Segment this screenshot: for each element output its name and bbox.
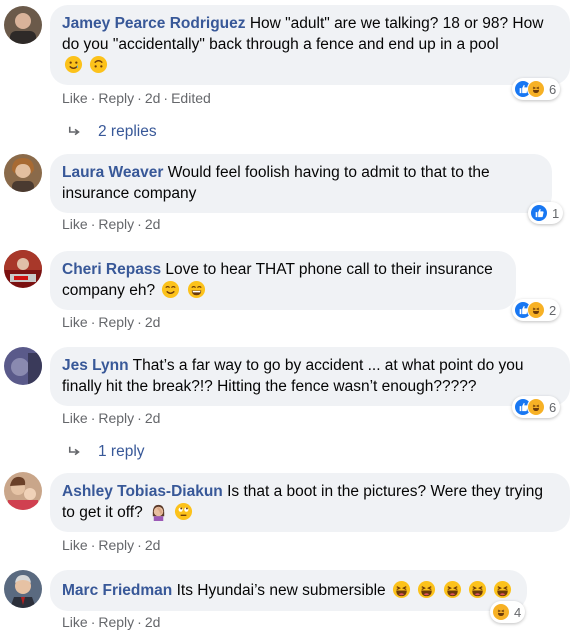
comment-actions: Like · Reply · 2d [62, 537, 161, 553]
reply-arrow-icon [68, 446, 80, 456]
avatar[interactable] [4, 347, 42, 385]
comment-bubble: Laura Weaver Would feel foolish having t… [50, 154, 552, 213]
comment-actions: Like · Reply · 2d [62, 410, 161, 426]
haha-reaction-icon [527, 301, 545, 319]
reaction-summary[interactable]: 2 [512, 299, 561, 321]
edited-label[interactable]: Edited [171, 90, 211, 106]
reaction-count: 6 [549, 81, 557, 97]
timestamp[interactable]: 2d [145, 614, 161, 630]
comment-bubble: Cheri Repass Love to hear THAT phone cal… [50, 251, 516, 310]
view-replies-link[interactable]: 1 reply [68, 443, 145, 461]
avatar[interactable] [4, 250, 42, 288]
view-replies-link[interactable]: 2 replies [68, 123, 157, 141]
eye-roll-face-icon [174, 502, 193, 521]
timestamp[interactable]: 2d [145, 90, 161, 106]
timestamp[interactable]: 2d [145, 537, 161, 553]
timestamp[interactable]: 2d [145, 216, 161, 232]
laughing-face-icon [417, 580, 436, 599]
reaction-count: 4 [514, 604, 522, 620]
like-button[interactable]: Like [62, 614, 88, 630]
comment-bubble: Jes Lynn That’s a far way to go by accid… [50, 347, 570, 406]
avatar[interactable] [4, 472, 42, 510]
reaction-summary[interactable]: 1 [528, 202, 564, 224]
like-button[interactable]: Like [62, 216, 88, 232]
laughing-face-icon [468, 580, 487, 599]
reaction-summary[interactable]: 6 [512, 78, 561, 100]
avatar[interactable] [4, 154, 42, 192]
like-button[interactable]: Like [62, 314, 88, 330]
laughing-face-icon [392, 580, 411, 599]
replies-count[interactable]: 2 replies [98, 123, 157, 141]
author-name[interactable]: Laura Weaver [62, 164, 163, 181]
reply-button[interactable]: Reply [98, 216, 134, 232]
haha-reaction-icon [527, 80, 545, 98]
grinning-face-icon [187, 280, 206, 299]
upside-down-face-icon [89, 55, 108, 74]
like-button[interactable]: Like [62, 410, 88, 426]
avatar[interactable] [4, 6, 42, 44]
author-name[interactable]: Ashley Tobias-Diakun [62, 483, 223, 500]
timestamp[interactable]: 2d [145, 410, 161, 426]
reaction-summary[interactable]: 4 [490, 601, 526, 623]
reply-button[interactable]: Reply [98, 410, 134, 426]
reply-button[interactable]: Reply [98, 90, 134, 106]
comment-actions: Like · Reply · 2d · Edited [62, 90, 211, 106]
reply-button[interactable]: Reply [98, 614, 134, 630]
tear-smile-icon [64, 55, 83, 74]
replies-count[interactable]: 1 reply [98, 443, 145, 461]
author-name[interactable]: Cheri Repass [62, 261, 161, 278]
comment-bubble: Marc Friedman Its Hyundai’s new submersi… [50, 570, 527, 611]
reply-button[interactable]: Reply [98, 537, 134, 553]
author-name[interactable]: Jes Lynn [62, 357, 129, 374]
timestamp[interactable]: 2d [145, 314, 161, 330]
avatar[interactable] [4, 570, 42, 608]
like-button[interactable]: Like [62, 90, 88, 106]
reaction-summary[interactable]: 6 [512, 396, 561, 418]
smiling-face-icon [161, 280, 180, 299]
comment-actions: Like · Reply · 2d [62, 216, 161, 232]
comment-text: Its Hyundai’s new submersible [176, 582, 386, 599]
comment-actions: Like · Reply · 2d [62, 614, 161, 630]
reply-arrow-icon [68, 126, 80, 136]
reaction-count: 2 [549, 302, 557, 318]
haha-reaction-icon [492, 603, 510, 621]
like-button[interactable]: Like [62, 537, 88, 553]
reaction-count: 6 [549, 399, 557, 415]
reply-button[interactable]: Reply [98, 314, 134, 330]
haha-reaction-icon [527, 398, 545, 416]
laughing-face-icon [493, 580, 512, 599]
comment-text: That’s a far way to go by accident ... a… [62, 357, 524, 395]
laughing-face-icon [443, 580, 462, 599]
author-name[interactable]: Marc Friedman [62, 582, 172, 599]
comment-bubble: Ashley Tobias-Diakun Is that a boot in t… [50, 473, 570, 532]
facepalm-icon [149, 502, 168, 521]
comment-bubble: Jamey Pearce Rodriguez How "adult" are w… [50, 5, 570, 85]
comment-actions: Like · Reply · 2d [62, 314, 161, 330]
reaction-count: 1 [552, 205, 560, 221]
author-name[interactable]: Jamey Pearce Rodriguez [62, 15, 246, 32]
like-reaction-icon [530, 204, 548, 222]
